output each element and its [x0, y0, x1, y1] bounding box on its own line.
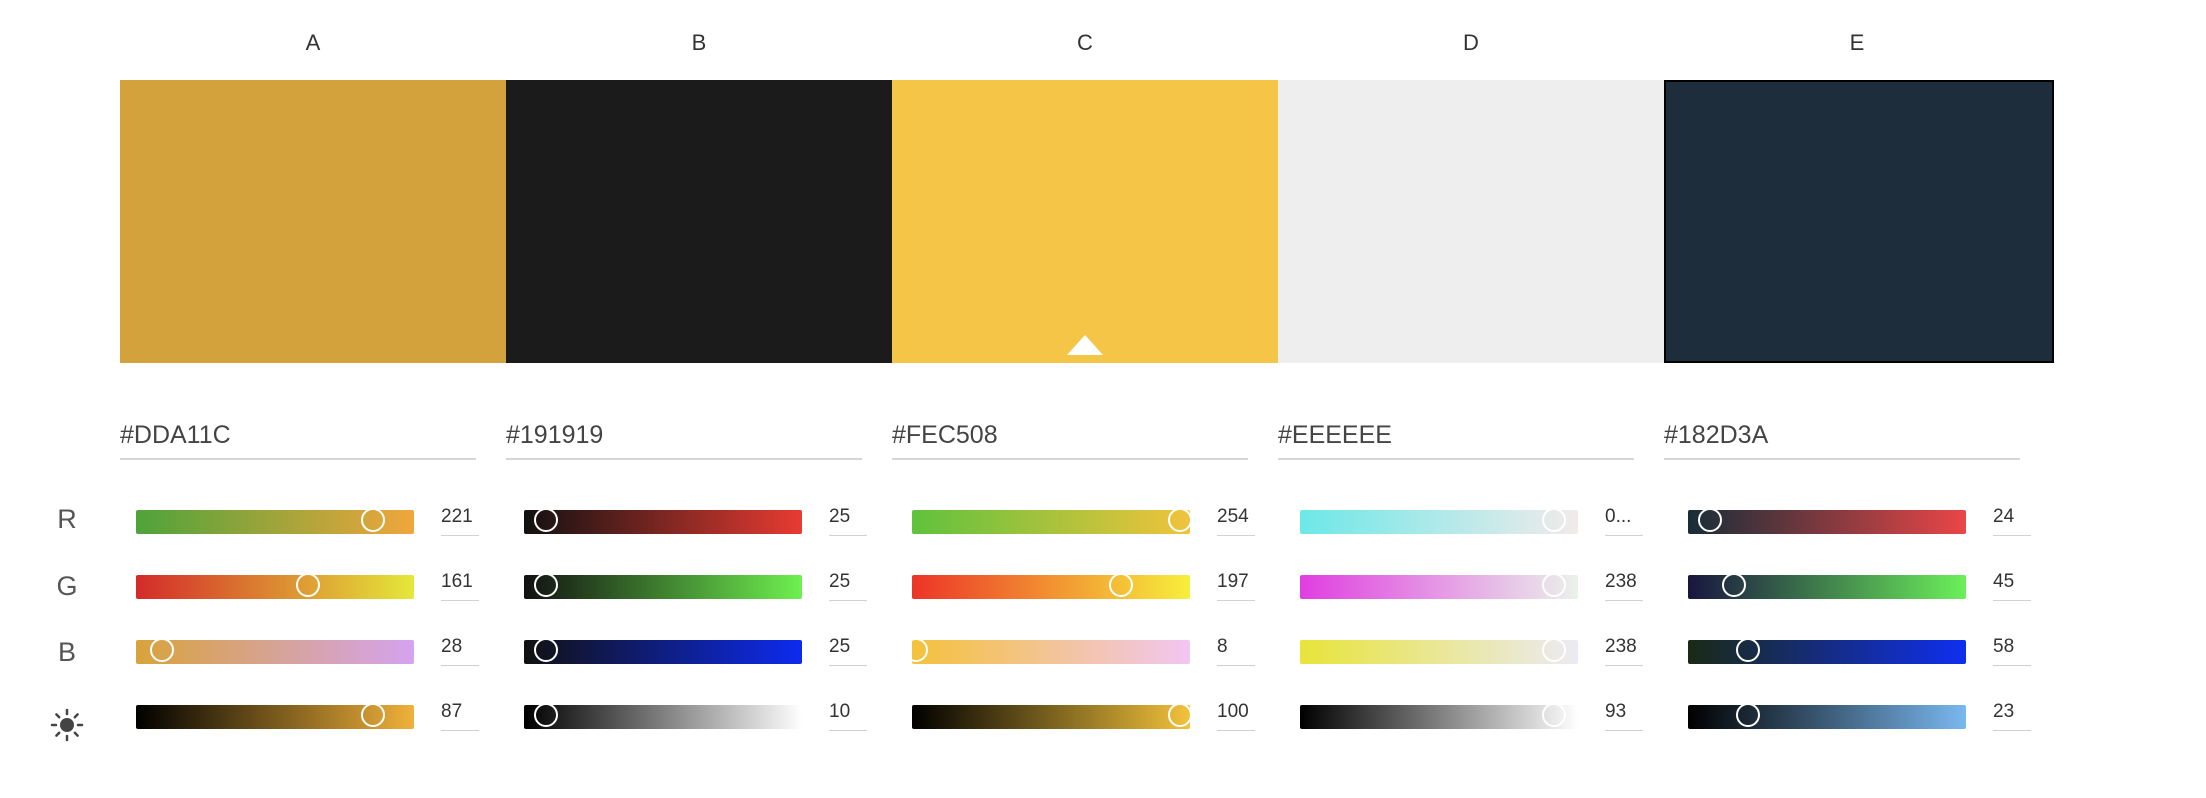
value-a-brightness[interactable]: 87	[441, 700, 479, 731]
slider-a-brightness[interactable]	[136, 703, 414, 729]
slider-b-brightness[interactable]	[524, 703, 802, 729]
column-label-e: E	[1849, 30, 1865, 55]
slider-e-red-handle[interactable]	[1698, 508, 1722, 532]
slider-d-brightness[interactable]	[1300, 703, 1578, 729]
slider-a-red[interactable]	[136, 508, 414, 534]
slider-b-blue-handle[interactable]	[534, 638, 558, 662]
slider-b-brightness-handle[interactable]	[534, 703, 558, 727]
color-swatch-c[interactable]	[892, 80, 1278, 363]
value-e-green[interactable]: 45	[1993, 570, 2031, 601]
value-c-brightness[interactable]: 100	[1217, 700, 1255, 731]
hex-field-b[interactable]: #191919	[506, 418, 862, 460]
slider-a-red-handle[interactable]	[361, 508, 385, 532]
value-c-green[interactable]: 197	[1217, 570, 1255, 601]
slider-d-red-handle[interactable]	[1542, 508, 1566, 532]
slider-b-green[interactable]	[524, 573, 802, 599]
hex-field-e[interactable]: #182D3A	[1664, 418, 2020, 460]
slider-e-blue[interactable]	[1688, 638, 1966, 664]
value-d-blue[interactable]: 238	[1605, 635, 1643, 666]
slider-c-red[interactable]	[912, 508, 1192, 534]
slider-e-green-handle[interactable]	[1722, 573, 1746, 597]
row-label-red: R	[57, 504, 77, 534]
slider-e-blue-handle[interactable]	[1736, 638, 1760, 662]
value-a-green[interactable]: 161	[441, 570, 479, 601]
value-d-green[interactable]: 238	[1605, 570, 1643, 601]
slider-c-green-handle[interactable]	[1109, 573, 1133, 597]
value-e-blue[interactable]: 58	[1993, 635, 2031, 666]
hex-field-c[interactable]: #FEC508	[892, 418, 1248, 460]
color-swatch-b[interactable]	[506, 80, 892, 363]
row-label-green: G	[56, 571, 78, 601]
slider-e-green[interactable]	[1688, 573, 1966, 599]
slider-d-green[interactable]	[1300, 573, 1578, 599]
slider-d-red[interactable]	[1300, 508, 1578, 534]
slider-e-red[interactable]	[1688, 508, 1966, 534]
slider-a-brightness-handle[interactable]	[361, 703, 385, 727]
slider-d-brightness-handle[interactable]	[1542, 703, 1566, 727]
column-label-c: C	[1077, 30, 1093, 55]
column-label-d: D	[1463, 30, 1479, 55]
value-b-blue[interactable]: 25	[829, 635, 867, 666]
slider-c-green[interactable]	[912, 573, 1190, 599]
value-c-blue[interactable]: 8	[1217, 635, 1255, 666]
slider-b-blue[interactable]	[524, 638, 802, 664]
value-e-brightness[interactable]: 23	[1993, 700, 2031, 731]
slider-a-blue[interactable]	[136, 638, 414, 664]
value-e-red[interactable]: 24	[1993, 505, 2031, 536]
color-swatch-d[interactable]	[1278, 80, 1664, 363]
slider-c-brightness-handle[interactable]	[1168, 703, 1192, 727]
slider-d-blue[interactable]	[1300, 638, 1578, 664]
value-d-brightness[interactable]: 93	[1605, 700, 1643, 731]
slider-d-green-handle[interactable]	[1542, 573, 1566, 597]
slider-c-blue-handle[interactable]	[904, 638, 928, 662]
value-a-blue[interactable]: 28	[441, 635, 479, 666]
column-label-b: B	[691, 30, 707, 55]
slider-e-brightness-handle[interactable]	[1736, 703, 1760, 727]
selected-swatch-caret-icon	[1067, 335, 1103, 355]
value-b-brightness[interactable]: 10	[829, 700, 867, 731]
slider-b-green-handle[interactable]	[534, 573, 558, 597]
slider-c-red-handle[interactable]	[1168, 508, 1192, 532]
slider-c-blue[interactable]	[904, 638, 1190, 664]
slider-e-brightness[interactable]	[1688, 703, 1966, 729]
value-d-red[interactable]: 0...	[1605, 505, 1643, 536]
slider-c-brightness[interactable]	[912, 703, 1192, 729]
hex-field-d[interactable]: #EEEEEE	[1278, 418, 1634, 460]
color-swatch-a[interactable]	[120, 80, 506, 363]
slider-a-green-handle[interactable]	[296, 573, 320, 597]
value-a-red[interactable]: 221	[441, 505, 479, 536]
column-label-a: A	[305, 30, 321, 55]
value-b-green[interactable]: 25	[829, 570, 867, 601]
hex-field-a[interactable]: #DDA11C	[120, 418, 476, 460]
color-swatch-e[interactable]	[1664, 80, 2054, 363]
row-label-blue: B	[57, 637, 76, 667]
slider-b-red[interactable]	[524, 508, 802, 534]
slider-b-red-handle[interactable]	[534, 508, 558, 532]
slider-a-blue-handle[interactable]	[150, 638, 174, 662]
sun-icon	[50, 708, 84, 742]
slider-d-blue-handle[interactable]	[1542, 638, 1566, 662]
value-b-red[interactable]: 25	[829, 505, 867, 536]
value-c-red[interactable]: 254	[1217, 505, 1255, 536]
slider-a-green[interactable]	[136, 573, 414, 599]
